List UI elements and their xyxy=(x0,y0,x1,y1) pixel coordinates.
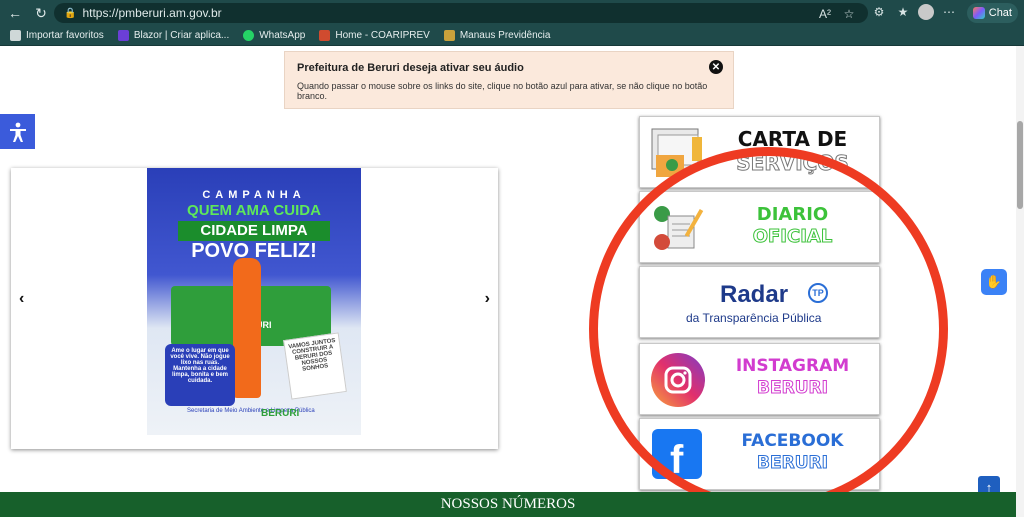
poster-line-cidade-limpa: CIDADE LIMPA xyxy=(178,221,330,241)
chevron-left-icon[interactable]: ‹ xyxy=(19,290,24,308)
poster-line-campanha: CAMPANHA xyxy=(202,189,306,201)
browser-toolbar: ← ↻ 🔒 https://pmberuri.am.gov.br A² ☆ ⚙ … xyxy=(0,0,1024,26)
poster-message-right: VAMOS JUNTOS CONSTRUIR A BERURI DOS NOSS… xyxy=(283,332,347,400)
facebook-icon: f xyxy=(652,429,702,482)
poster-message-left: Ame o lugar em que você vive. Não jogue … xyxy=(165,344,235,406)
poster-brand: BERURI xyxy=(261,408,300,419)
bookmark-label: Blazor | Criar aplica... xyxy=(133,30,230,41)
card-title-line1: INSTAGRAM xyxy=(735,356,850,376)
extensions-icon[interactable]: ⚙ xyxy=(870,3,888,21)
card-title-line1: FACEBOOK xyxy=(741,431,844,451)
favorites-icon[interactable]: ★ xyxy=(894,3,912,21)
instagram-icon xyxy=(651,353,705,407)
bookmarks-bar: Importar favoritos Blazor | Criar aplica… xyxy=(0,26,1024,46)
audio-banner-title: Prefeitura de Beruri deseja ativar seu á… xyxy=(297,62,524,74)
lock-icon: 🔒 xyxy=(64,7,77,19)
card-title-line2: OFICIAL xyxy=(752,226,833,247)
radar-badge-icon: TP xyxy=(808,283,828,303)
card-title-line1: DIARIO xyxy=(756,204,829,225)
svg-text:f: f xyxy=(670,438,684,482)
campaign-carousel: CAMPANHA QUEM AMA CUIDA CIDADE LIMPA POV… xyxy=(11,168,498,449)
diario-oficial-card[interactable]: DIARIO OFICIAL xyxy=(639,191,880,263)
dotnet-icon xyxy=(117,30,129,41)
bookmark-blazor[interactable]: Blazor | Criar aplica... xyxy=(117,30,230,41)
read-aloud-icon[interactable]: A² xyxy=(816,5,834,23)
documents-icon xyxy=(651,128,702,177)
bookmark-whatsapp[interactable]: WhatsApp xyxy=(243,30,305,41)
close-icon[interactable]: ✕ xyxy=(709,60,723,74)
folder-icon xyxy=(10,30,21,41)
bookmark-import[interactable]: Importar favoritos xyxy=(10,30,104,41)
radar-subtitle: da Transparência Pública xyxy=(686,311,822,325)
audio-banner-text: Quando passar o mouse sobre os links do … xyxy=(297,81,708,101)
address-bar[interactable]: 🔒 https://pmberuri.am.gov.br A² ☆ xyxy=(54,3,868,23)
card-title-line2: BERURI xyxy=(757,378,829,398)
accessibility-icon xyxy=(9,122,26,142)
radar-title: Radar xyxy=(720,281,789,308)
facebook-card[interactable]: f FACEBOOK BERURI xyxy=(639,418,880,490)
bookmark-label: WhatsApp xyxy=(259,30,306,41)
whatsapp-icon xyxy=(243,30,255,41)
bookmark-label: Home - COARIPREV xyxy=(335,30,430,41)
bookmark-label: Manaus Previdência xyxy=(459,30,551,41)
nossos-numeros-section-title: NOSSOS NÚMEROS xyxy=(0,492,1016,517)
scrollbar-thumb[interactable] xyxy=(1017,121,1023,209)
instagram-card[interactable]: INSTAGRAM BERURI xyxy=(639,343,880,415)
chat-label: Chat xyxy=(988,7,1012,19)
card-title-line2: SERVIÇOS xyxy=(736,151,849,175)
card-title-line1: CARTA DE xyxy=(737,127,848,151)
copilot-icon xyxy=(972,7,985,19)
flag-icon xyxy=(319,30,331,41)
more-menu-icon[interactable]: ⋯ xyxy=(940,3,958,21)
crest-icon xyxy=(443,30,455,41)
bookmark-coariprev[interactable]: Home - COARIPREV xyxy=(319,30,430,41)
official-gazette-icon xyxy=(654,206,704,250)
reload-icon[interactable]: ↻ xyxy=(30,2,52,24)
radar-transparencia-card[interactable]: Radar TP da Transparência Pública xyxy=(639,266,880,338)
bookmark-label: Importar favoritos xyxy=(26,30,104,41)
page-scrollbar[interactable] xyxy=(1016,46,1024,517)
page-content: Prefeitura de Beruri deseja ativar seu á… xyxy=(0,46,1024,517)
radar-badge-text: TP xyxy=(812,288,824,298)
campaign-poster[interactable]: CAMPANHA QUEM AMA CUIDA CIDADE LIMPA POV… xyxy=(147,168,361,435)
worker-image xyxy=(233,258,261,398)
audio-activation-banner: Prefeitura de Beruri deseja ativar seu á… xyxy=(284,51,734,109)
profile-avatar[interactable] xyxy=(918,4,934,20)
poster-line-quem-ama: QUEM AMA CUIDA xyxy=(187,202,321,219)
copilot-chat-button[interactable]: Chat xyxy=(966,3,1018,23)
chevron-right-icon[interactable]: › xyxy=(485,290,490,308)
bookmark-manaus-previdencia[interactable]: Manaus Previdência xyxy=(443,30,551,41)
accessibility-button[interactable] xyxy=(0,114,35,149)
carta-servicos-card[interactable]: CARTA DE SERVIÇOS xyxy=(639,116,880,188)
card-title-line2: BERURI xyxy=(757,453,829,473)
sign-language-icon[interactable]: ✋ xyxy=(981,269,1007,295)
back-icon[interactable]: ← xyxy=(4,2,26,24)
favorite-star-icon[interactable]: ☆ xyxy=(840,5,858,23)
url-text: https://pmberuri.am.gov.br xyxy=(82,6,222,20)
